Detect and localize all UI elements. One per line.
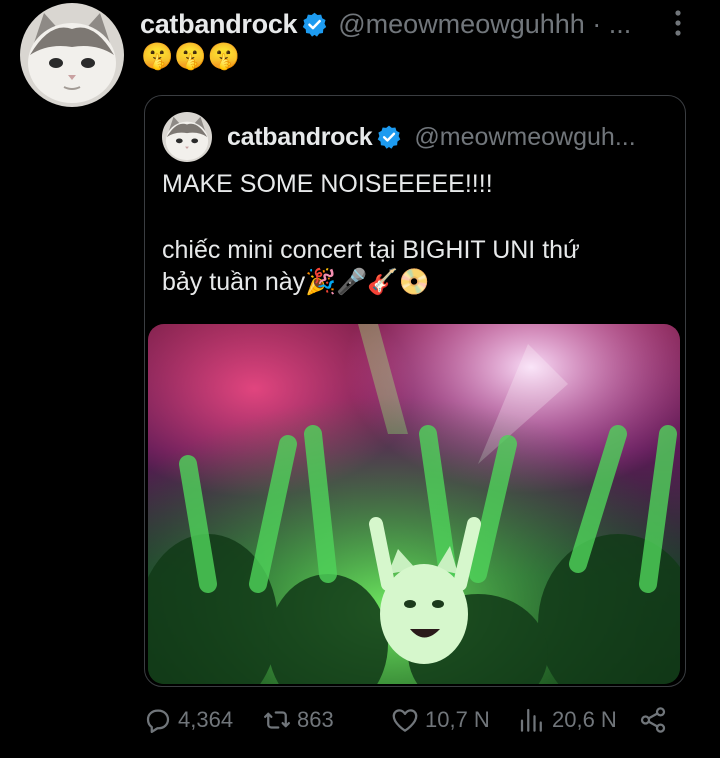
retweet-count: 863 [297,707,334,732]
views-count: 20,6 N [552,707,617,732]
display-name[interactable]: catbandrock [140,9,298,40]
quoted-text-line2: chiếc mini concert tại BIGHIT UNI thứ [162,236,580,264]
share-button[interactable] [638,700,668,740]
quoted-tweet-header: catbandrock @meowmeowguh... [227,120,677,154]
like-count: 10,7 N [425,707,490,732]
tweet[interactable]: catbandrock @meowmeowguhhh · ... 🤫🤫🤫 cat… [0,0,720,758]
retweet-button[interactable]: 863 [262,700,334,740]
quoted-handle: @meowmeowguh... [414,122,636,151]
cat-avatar-icon [20,3,124,107]
verified-badge-icon [303,12,327,37]
tweet-header: catbandrock @meowmeowguhhh · ... [140,6,660,42]
reply-count: 4,364 [178,707,234,732]
more-vertical-icon[interactable] [668,8,688,38]
quoted-tweet[interactable]: catbandrock @meowmeowguh... MAKE SOME NO… [144,95,686,687]
quoted-display-name: catbandrock [227,122,373,151]
author-avatar[interactable] [20,3,124,107]
concert-crowd-cat-image[interactable] [148,324,680,684]
quoted-text-line1: MAKE SOME NOISEEEEE!!!! [162,170,493,198]
verified-badge-icon [378,125,401,149]
views-icon [520,708,542,732]
reply-button[interactable]: 4,364 [143,700,233,740]
like-icon [392,709,418,732]
action-bar: 4,364 863 10,7 N 20,6 N [0,700,720,740]
views-button[interactable]: 20,6 N [517,700,617,740]
quoted-text-line3: bảy tuần này🎉🎤🎸📀 [162,268,430,296]
tweet-text: 🤫🤫🤫 [141,41,242,71]
like-button[interactable]: 10,7 N [390,700,490,740]
quoted-author-avatar [162,112,212,162]
retweet-icon [264,711,290,729]
share-icon [640,707,666,733]
reply-icon [146,709,170,733]
cat-avatar-icon [162,112,212,162]
handle[interactable]: @meowmeowguhhh · ... [338,9,631,40]
